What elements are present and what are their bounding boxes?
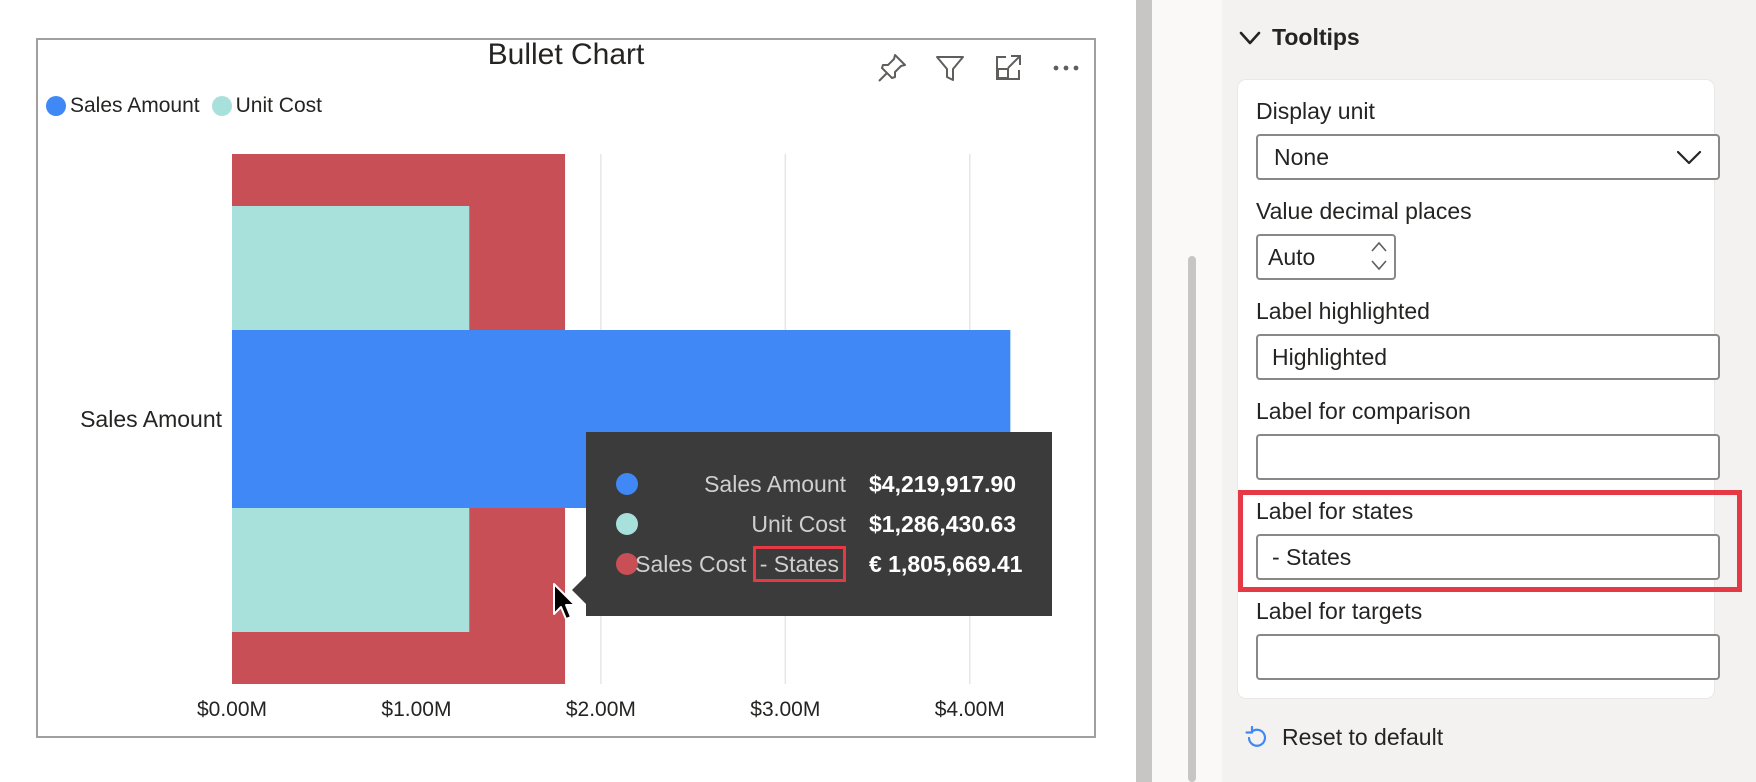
tooltip-name-prefix: Sales Cost [635,550,747,577]
section-title: Tooltips [1272,24,1360,50]
legend-label: Sales Amount [70,94,200,117]
chevron-down-icon [1239,31,1261,44]
y-category-label: Sales Amount [80,406,223,432]
format-pane-scrollbar[interactable] [1152,0,1222,782]
x-tick-label: $4.00M [935,698,1005,721]
tooltip-swatch [616,513,638,535]
stepper-arrows [1370,240,1388,272]
x-tick-label: $2.00M [566,698,636,721]
reset-to-default-button[interactable]: Reset to default [1244,724,1443,751]
chart-tooltip: Sales Amount $4,219,917.90 Unit Cost $1,… [572,432,1052,616]
more-options-icon[interactable] [1044,46,1088,90]
tooltip-row: Sales Cost - States € 1,805,669.41 [586,544,1052,584]
legend-item-sales-amount[interactable]: Sales Amount [46,94,200,118]
chart-plot: $0.00M $1.00M $2.00M $3.00M $4.00M Sales Amou… [80,154,1011,721]
tooltip-row: Unit Cost $1,286,430.63 [586,504,1052,544]
legend-swatch [211,96,232,116]
scrollbar-thumb[interactable] [1188,256,1196,782]
label-targets-label: Label for targets [1256,598,1423,624]
display-unit-label: Display unit [1256,98,1375,124]
x-tick-label: $1.00M [381,698,451,721]
tooltip-series-value: € 1,805,669.41 [869,550,1023,577]
x-tick-label: $3.00M [750,698,820,721]
tooltip-swatch [616,473,638,495]
decimal-places-stepper[interactable]: Auto [1256,234,1396,280]
reset-label: Reset to default [1282,724,1444,750]
chevron-up-icon[interactable] [1370,240,1388,254]
tooltip-series-name: Sales Amount [704,470,846,497]
tooltip-row: Sales Amount $4,219,917.90 [586,464,1052,504]
tooltip-series-value: $1,286,430.63 [869,510,1017,537]
legend-item-unit-cost[interactable]: Unit Cost [211,94,322,118]
label-comparison-input[interactable] [1256,434,1720,480]
display-unit-value: None [1274,143,1329,170]
x-tick-label: $0.00M [197,698,267,721]
bullet-chart-visual[interactable]: $0.00M $1.00M $2.00M $3.00M $4.00M Sales Amou… [36,38,1096,738]
tooltip-states-highlight: - States [752,545,846,582]
label-highlighted-label: Label highlighted [1256,298,1430,324]
tooltips-section-header[interactable]: Tooltips [1238,24,1360,51]
pane-divider[interactable] [1136,0,1152,782]
chevron-down-icon[interactable] [1370,258,1388,272]
chart-legend: Sales Amount Unit Cost [46,94,334,118]
tooltip-series-name: Unit Cost [751,510,846,537]
display-unit-dropdown[interactable]: None [1256,134,1720,180]
legend-swatch [46,96,66,116]
focus-mode-icon[interactable] [986,46,1030,90]
legend-label: Unit Cost [235,94,322,117]
label-comparison-label: Label for comparison [1256,398,1471,424]
label-states-label: Label for states [1256,498,1414,524]
mouse-pointer-icon [553,583,576,620]
decimal-places-label: Value decimal places [1256,198,1472,224]
decimal-places-value: Auto [1268,243,1316,270]
label-targets-input[interactable] [1256,634,1720,680]
label-highlighted-input[interactable] [1256,334,1720,380]
reset-icon [1245,725,1267,747]
chevron-down-icon [1676,150,1702,165]
label-states-input[interactable] [1256,534,1720,580]
tooltip-series-value: $4,219,917.90 [869,470,1017,497]
tooltip-series-name: Sales Cost - States [635,545,846,582]
visual-header [870,46,1088,90]
filter-icon[interactable] [928,46,972,90]
pin-icon[interactable] [870,46,914,90]
